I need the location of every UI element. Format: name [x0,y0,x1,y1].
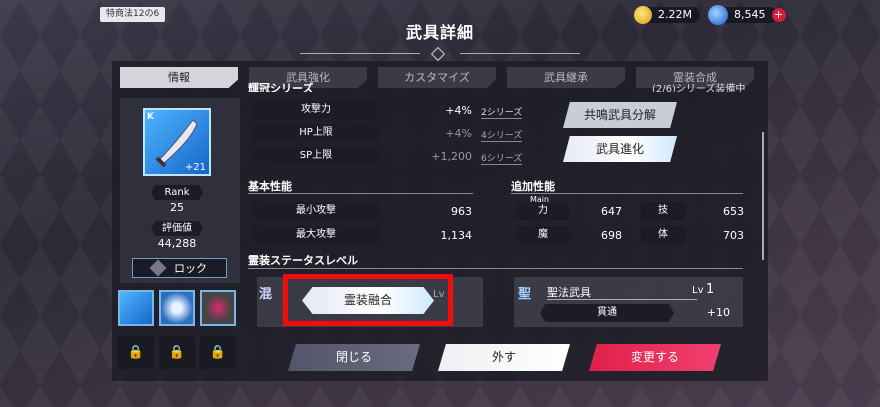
basic-stat-value: 1,134 [440,229,473,242]
section-divider [511,193,743,194]
equipped-slot-1[interactable] [118,290,154,326]
mixed-spirit-icon: 混 [259,287,273,302]
title-divider [300,46,580,62]
holy-spirit-icon: 聖 [518,287,532,302]
series-row-label: HP上限 [250,124,382,142]
holy-spirit-stat-label: 貫通 [540,304,674,322]
basic-stats-heading: 基本性能 [248,180,292,193]
tab-info[interactable]: 情報 [120,67,238,88]
remove-button[interactable]: 外す [438,344,570,371]
extra-stat-value: 703 [723,229,744,242]
holy-spirit-level-value: 1 [706,282,715,297]
page-title: 武具詳細 [405,23,474,42]
lock-toggle-icon [149,259,167,277]
basic-stat-label: 最小攻撃 [250,202,382,220]
holy-spirit-name: 聖法武具 [547,286,591,299]
basic-stat-label: 最大攻撃 [250,226,382,244]
extra-stat-label: 技 [640,202,686,220]
locked-slot-2[interactable]: 🔒 [159,336,195,369]
series-requirement: 2シリーズ [481,105,523,119]
weapon-card[interactable]: K +21 [143,108,211,176]
locked-slot-3[interactable]: 🔒 [200,336,236,369]
section-divider [248,193,473,194]
equipped-slot-2[interactable] [159,290,195,326]
section-divider [248,268,743,269]
series-requirement: 6シリーズ [481,151,523,165]
extra-stat-label: 体 [640,226,686,244]
series-row-value: +4% [445,104,472,117]
basic-stat-value: 963 [451,205,472,218]
series-row-label: SP上限 [250,147,382,165]
weapon-level: +21 [184,162,206,173]
gold-coin-icon [634,6,652,24]
series-count: (2/6)シリーズ装備中 [652,84,746,92]
extra-stat-label: 魔 [516,226,570,244]
locked-slot-1[interactable]: 🔒 [118,336,154,369]
rank-value: 25 [170,201,184,214]
gem-icon [708,5,728,25]
extra-stat-value: 647 [601,205,622,218]
extra-stat-value: 653 [723,205,744,218]
rank-label: Rank [151,185,203,200]
extra-stat-label: 力 [516,202,570,220]
padlock-icon: 🔒 [127,345,145,360]
section-divider [547,299,697,300]
score-value: 44,288 [157,237,197,250]
series-row-value: +4% [445,127,472,140]
add-gems-button[interactable]: + [771,8,786,22]
extra-stat-value: 698 [601,229,622,242]
extra-stats-heading: 追加性能 [511,180,555,193]
weapon-evolve-button[interactable]: 武具進化 [563,136,677,162]
series-row-label: 攻撃力 [250,101,382,119]
scrollbar[interactable] [762,132,764,260]
tab-weapon-inherit[interactable]: 武具継承 [507,67,625,88]
holy-spirit-stat-value: +10 [706,306,730,319]
series-row-value: +1,200 [431,150,472,163]
tab-customize[interactable]: カスタマイズ [378,67,496,88]
close-button[interactable]: 閉じる [288,344,420,371]
series-heading: 輝冠シリーズ [248,82,314,92]
highlight-box [283,274,453,326]
score-label: 評価値 [151,221,203,236]
lock-button[interactable]: ロック [132,258,227,278]
padlock-icon: 🔒 [168,345,186,360]
equipped-slot-3[interactable] [200,290,236,326]
spirit-level-heading: 霊装ステータスレベル [248,254,358,267]
lock-label: ロック [174,262,207,275]
change-button[interactable]: 変更する [589,344,721,371]
holy-spirit-level-label: Lv [692,285,704,296]
padlock-icon: 🔒 [209,345,227,360]
resonance-decompose-button[interactable]: 共鳴武具分解 [563,102,677,128]
series-requirement: 4シリーズ [481,128,523,142]
